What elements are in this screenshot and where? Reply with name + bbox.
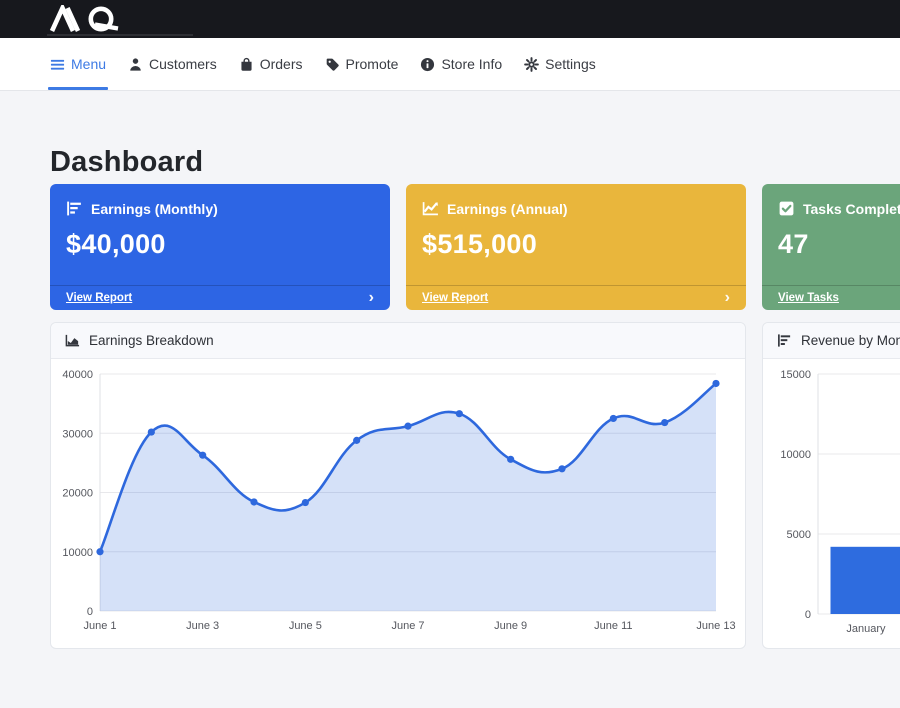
card-body: Tasks Completed 47 — [762, 184, 900, 285]
svg-text:10000: 10000 — [62, 547, 93, 559]
svg-text:10000: 10000 — [780, 449, 811, 461]
card-link-label[interactable]: View Report — [422, 292, 488, 304]
view-report-button[interactable]: View Report › — [50, 285, 390, 310]
shopping-bag-icon — [239, 57, 254, 72]
top-app-bar — [0, 0, 900, 38]
nav-item-menu[interactable]: Menu — [50, 38, 106, 90]
nav-item-store-info[interactable]: Store Info — [420, 38, 502, 90]
svg-text:June 11: June 11 — [594, 620, 632, 632]
card-title: Earnings (Monthly) — [91, 201, 218, 217]
chevron-right-icon: › — [369, 290, 374, 306]
card-title-row: Tasks Completed — [778, 200, 900, 217]
bar-chart-icon — [777, 333, 792, 348]
bar-chart-icon — [66, 200, 83, 217]
svg-text:January: January — [846, 623, 886, 635]
card-tasks-completed: Tasks Completed 47 View Tasks › — [762, 184, 900, 310]
svg-text:June 9: June 9 — [494, 620, 527, 632]
panel-body: 0 5000 10000 15000 January — [763, 359, 900, 648]
line-chart-icon — [422, 200, 439, 217]
view-report-button[interactable]: View Report › — [406, 285, 746, 310]
panel-title: Revenue by Month — [801, 333, 900, 348]
card-value: $40,000 — [66, 229, 374, 260]
view-tasks-button[interactable]: View Tasks › — [762, 285, 900, 310]
app-logo-icon — [48, 5, 132, 33]
page-title: Dashboard — [50, 146, 203, 178]
check-square-icon — [778, 200, 795, 217]
svg-text:June 3: June 3 — [186, 620, 219, 632]
card-link-label[interactable]: View Report — [66, 292, 132, 304]
svg-text:5000: 5000 — [787, 529, 811, 541]
nav-item-settings[interactable]: Settings — [524, 38, 596, 90]
earnings-breakdown-chart[interactable]: 0 10000 20000 30000 40000 June 1 June 3 June 5 J… — [51, 359, 745, 648]
svg-text:30000: 30000 — [62, 428, 93, 440]
panel-body: 0 10000 20000 30000 40000 June 1 June 3 June 5 J… — [51, 359, 745, 648]
card-title: Earnings (Annual) — [447, 201, 568, 217]
svg-text:0: 0 — [805, 609, 811, 621]
card-value: 47 — [778, 229, 900, 260]
card-body: Earnings (Annual) $515,000 — [406, 184, 746, 285]
person-icon — [128, 57, 143, 72]
charts-row: Earnings Breakdown 0 10000 20000 30000 40000… — [50, 322, 900, 649]
chevron-right-icon: › — [725, 290, 730, 306]
svg-text:June 5: June 5 — [289, 620, 322, 632]
info-circle-icon — [420, 57, 435, 72]
card-title: Tasks Completed — [803, 201, 900, 217]
tag-icon — [325, 57, 340, 72]
card-link-label[interactable]: View Tasks — [778, 292, 839, 304]
svg-text:15000: 15000 — [780, 369, 811, 381]
svg-text:June 13: June 13 — [696, 620, 735, 632]
nav-item-customers[interactable]: Customers — [128, 38, 217, 90]
revenue-by-month-panel: Revenue by Month 0 5000 10000 15000 January — [762, 322, 900, 649]
card-body: Earnings (Monthly) $40,000 — [50, 184, 390, 285]
hamburger-icon — [50, 57, 65, 72]
card-title-row: Earnings (Monthly) — [66, 200, 374, 217]
nav-item-promote[interactable]: Promote — [325, 38, 399, 90]
nav-item-label: Settings — [545, 56, 596, 72]
nav-item-label: Orders — [260, 56, 303, 72]
card-earnings-monthly: Earnings (Monthly) $40,000 View Report › — [50, 184, 390, 310]
svg-text:June 1: June 1 — [83, 620, 116, 632]
card-title-row: Earnings (Annual) — [422, 200, 730, 217]
revenue-by-month-chart[interactable]: 0 5000 10000 15000 January — [763, 359, 900, 648]
panel-header: Earnings Breakdown — [51, 323, 745, 359]
svg-text:40000: 40000 — [62, 369, 93, 381]
nav-item-label: Store Info — [441, 56, 502, 72]
svg-text:20000: 20000 — [62, 488, 93, 500]
nav-item-label: Promote — [346, 56, 399, 72]
card-value: $515,000 — [422, 229, 730, 260]
svg-text:0: 0 — [87, 606, 93, 618]
svg-text:June 7: June 7 — [391, 620, 424, 632]
panel-header: Revenue by Month — [763, 323, 900, 359]
stat-cards-row: Earnings (Monthly) $40,000 View Report ›… — [50, 184, 900, 310]
nav-item-label: Customers — [149, 56, 217, 72]
card-earnings-annual: Earnings (Annual) $515,000 View Report › — [406, 184, 746, 310]
nav-item-label: Menu — [71, 56, 106, 72]
main-navbar: Menu Customers Orders Promote Store Info — [0, 38, 900, 91]
gear-icon — [524, 57, 539, 72]
earnings-breakdown-panel: Earnings Breakdown 0 10000 20000 30000 40000… — [50, 322, 746, 649]
area-chart-icon — [65, 333, 80, 348]
panel-title: Earnings Breakdown — [89, 333, 214, 348]
nav-item-orders[interactable]: Orders — [239, 38, 303, 90]
logo-underline — [47, 34, 193, 36]
